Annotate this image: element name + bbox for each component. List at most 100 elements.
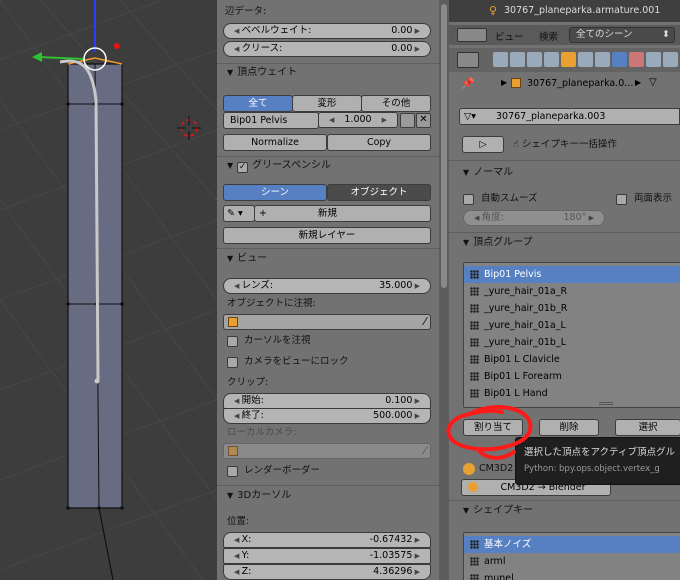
normal-header[interactable]: ▼ ノーマル <box>463 165 513 181</box>
material-tab-icon[interactable] <box>629 52 644 67</box>
grease-pencil-title: グリースペンシル <box>252 160 331 171</box>
outliner-item-label[interactable]: 30767_planeparka.armature.001 <box>504 5 660 16</box>
render-tab-icon[interactable] <box>493 52 508 67</box>
bevel-weight-field[interactable]: ◀ ベベルウェイト: 0.00 ▶ <box>223 23 431 39</box>
vertex-weights-header[interactable]: ▼ 頂点ウェイト <box>227 65 297 81</box>
copy-button[interactable]: Copy <box>327 134 431 151</box>
close-icon[interactable]: ✕ <box>416 113 431 128</box>
shapekey-list[interactable]: 基本ノイズ arml munel <box>463 532 680 580</box>
vw-weight-field[interactable]: ◀ 1.000 ▶ <box>318 112 398 128</box>
list-item[interactable]: _yure_hair_01b_R <box>464 300 680 317</box>
lock-cursor-label: カーソルを注視 <box>244 335 311 346</box>
properties-editor: ♀ 30767_planeparka.armature.001 ビュー 検索 全… <box>449 0 680 580</box>
eyedropper-icon[interactable]: ⁄ <box>424 315 426 329</box>
clip-start-field[interactable]: ◀ 開始: 0.100 ▶ <box>223 393 431 409</box>
scene-select-dropdown[interactable]: 全てのシーン ⬍ <box>569 27 675 43</box>
viewport-canvas[interactable] <box>0 0 217 580</box>
crease-field[interactable]: ◀ クリース: 0.00 ▶ <box>223 41 431 57</box>
list-item[interactable]: 基本ノイズ <box>464 536 680 553</box>
vw-tab-deform[interactable]: 変形 <box>292 95 362 112</box>
select-button[interactable]: 選択 <box>615 419 680 436</box>
angle-label: 角度: <box>481 212 504 223</box>
grease-tab-scene[interactable]: シーン <box>223 184 327 201</box>
vertex-groups-header[interactable]: ▼ 頂点グループ <box>463 235 533 251</box>
cube-icon <box>228 316 238 327</box>
lock-camera-checkbox[interactable] <box>227 357 238 368</box>
list-item[interactable]: munel <box>464 570 680 580</box>
list-item[interactable]: Bip01 Pelvis <box>464 266 680 283</box>
chevron-right-icon: ▶ <box>635 78 642 87</box>
view-header[interactable]: ▼ ビュー <box>227 251 267 267</box>
modifiers-tab-icon[interactable] <box>595 52 610 67</box>
search-menu[interactable]: 検索 <box>539 29 558 43</box>
list-item[interactable]: Bip01 L Hand <box>464 385 680 402</box>
lens-field[interactable]: ◀ レンズ: 35.000 ▶ <box>223 278 431 294</box>
grease-new-button[interactable]: + 新規 <box>254 205 431 222</box>
shapekeys-header[interactable]: ▼ シェイプキー <box>463 503 533 519</box>
bevel-weight-value: 0.00 <box>391 25 413 36</box>
vertex-group-list[interactable]: Bip01 Pelvis _yure_hair_01a_R _yure_hair… <box>463 262 680 408</box>
lock-cursor-checkbox[interactable] <box>227 336 238 347</box>
vw-tab-all[interactable]: 全て <box>223 95 293 112</box>
object-tab-icon[interactable] <box>561 52 576 67</box>
x-axis-handle[interactable] <box>114 43 120 49</box>
3d-cursor-icon[interactable] <box>177 116 201 140</box>
render-border-checkbox[interactable] <box>227 466 238 477</box>
n-panel-scrollbar[interactable] <box>439 0 449 580</box>
vertex-group-icon <box>470 389 479 398</box>
list-item[interactable]: Bip01 L Forearm <box>464 368 680 385</box>
list-item[interactable]: arml <box>464 553 680 570</box>
layers-tab-icon[interactable] <box>510 52 525 67</box>
view-menu[interactable]: ビュー <box>495 29 524 43</box>
paste-icon[interactable] <box>400 113 415 128</box>
remove-button[interactable]: 削除 <box>539 419 599 436</box>
shapekey-bulk-label[interactable]: ☝ シェイプキー一括操作 <box>513 138 617 152</box>
vw-tab-other[interactable]: その他 <box>361 95 431 112</box>
clip-end-field[interactable]: ◀ 終了: 500.000 ▶ <box>223 408 431 424</box>
shapekeys-title: シェイプキー <box>473 505 534 516</box>
pin-icon[interactable]: 📌 <box>461 77 475 90</box>
grease-tab-object[interactable]: オブジェクト <box>327 184 431 201</box>
normalize-button[interactable]: Normalize <box>223 134 327 151</box>
collapse-arrow-icon: ▼ <box>227 491 234 500</box>
cursor-z-field[interactable]: ◀ Z: 4.36296 ▶ <box>223 564 431 580</box>
grease-pencil-checkbox[interactable]: ✓ <box>237 162 249 173</box>
shapekey-icon <box>470 557 479 566</box>
constraints-tab-icon[interactable] <box>578 52 593 67</box>
3d-cursor-header[interactable]: ▼ 3Dカーソル <box>227 488 291 504</box>
mesh-datablock-field[interactable]: ▽▾ 30767_planeparka.003 <box>459 108 680 125</box>
cursor-x-field[interactable]: ◀ X: -0.67432 ▶ <box>223 532 431 548</box>
list-item[interactable]: _yure_hair_01a_R <box>464 283 680 300</box>
texture-tab-icon[interactable] <box>646 52 661 67</box>
list-resize-handle[interactable] <box>599 402 613 405</box>
scrollbar-thumb[interactable] <box>441 4 447 288</box>
3d-viewport[interactable] <box>0 0 217 580</box>
double-sided-checkbox[interactable] <box>616 194 627 205</box>
y-axis-handle[interactable] <box>37 56 86 60</box>
list-item[interactable]: _yure_hair_01a_L <box>464 317 680 334</box>
editor-type-icon[interactable] <box>457 28 487 42</box>
world-tab-icon[interactable] <box>544 52 559 67</box>
assign-button[interactable]: 割り当て <box>463 419 523 436</box>
tooltip-text: 選択した頂点をアクティブ頂点グルー <box>524 447 676 458</box>
list-item[interactable]: _yure_hair_01b_L <box>464 334 680 351</box>
lock-object-field[interactable]: ⁄ <box>223 314 431 330</box>
angle-field: ◀ 角度: 180° ▶ <box>463 210 605 226</box>
plus-icon: + <box>259 208 267 219</box>
scene-tab-icon[interactable] <box>527 52 542 67</box>
new-layer-button[interactable]: 新規レイヤー <box>223 227 431 244</box>
chevron-right-icon: ▶ <box>501 78 508 87</box>
vw-group-name[interactable]: Bip01 Pelvis <box>223 112 319 129</box>
particles-tab-icon[interactable] <box>663 52 678 67</box>
vertex-groups-title: 頂点グループ <box>473 237 533 248</box>
data-tab-icon[interactable] <box>612 52 627 67</box>
grease-pencil-header[interactable]: ▼ ✓ グリースペンシル <box>227 158 331 174</box>
auto-smooth-checkbox[interactable] <box>463 194 474 205</box>
list-item-label: _yure_hair_01b_R <box>484 303 568 314</box>
mesh-data-icon: ▽ <box>649 77 657 88</box>
pencil-icon[interactable]: ✎ ▾ <box>223 205 255 222</box>
editor-type-icon[interactable] <box>457 52 479 68</box>
list-item[interactable]: Bip01 L Clavicle <box>464 351 680 368</box>
cursor-y-field[interactable]: ◀ Y: -1.03575 ▶ <box>223 548 431 564</box>
play-button[interactable]: ▷ <box>462 136 504 153</box>
